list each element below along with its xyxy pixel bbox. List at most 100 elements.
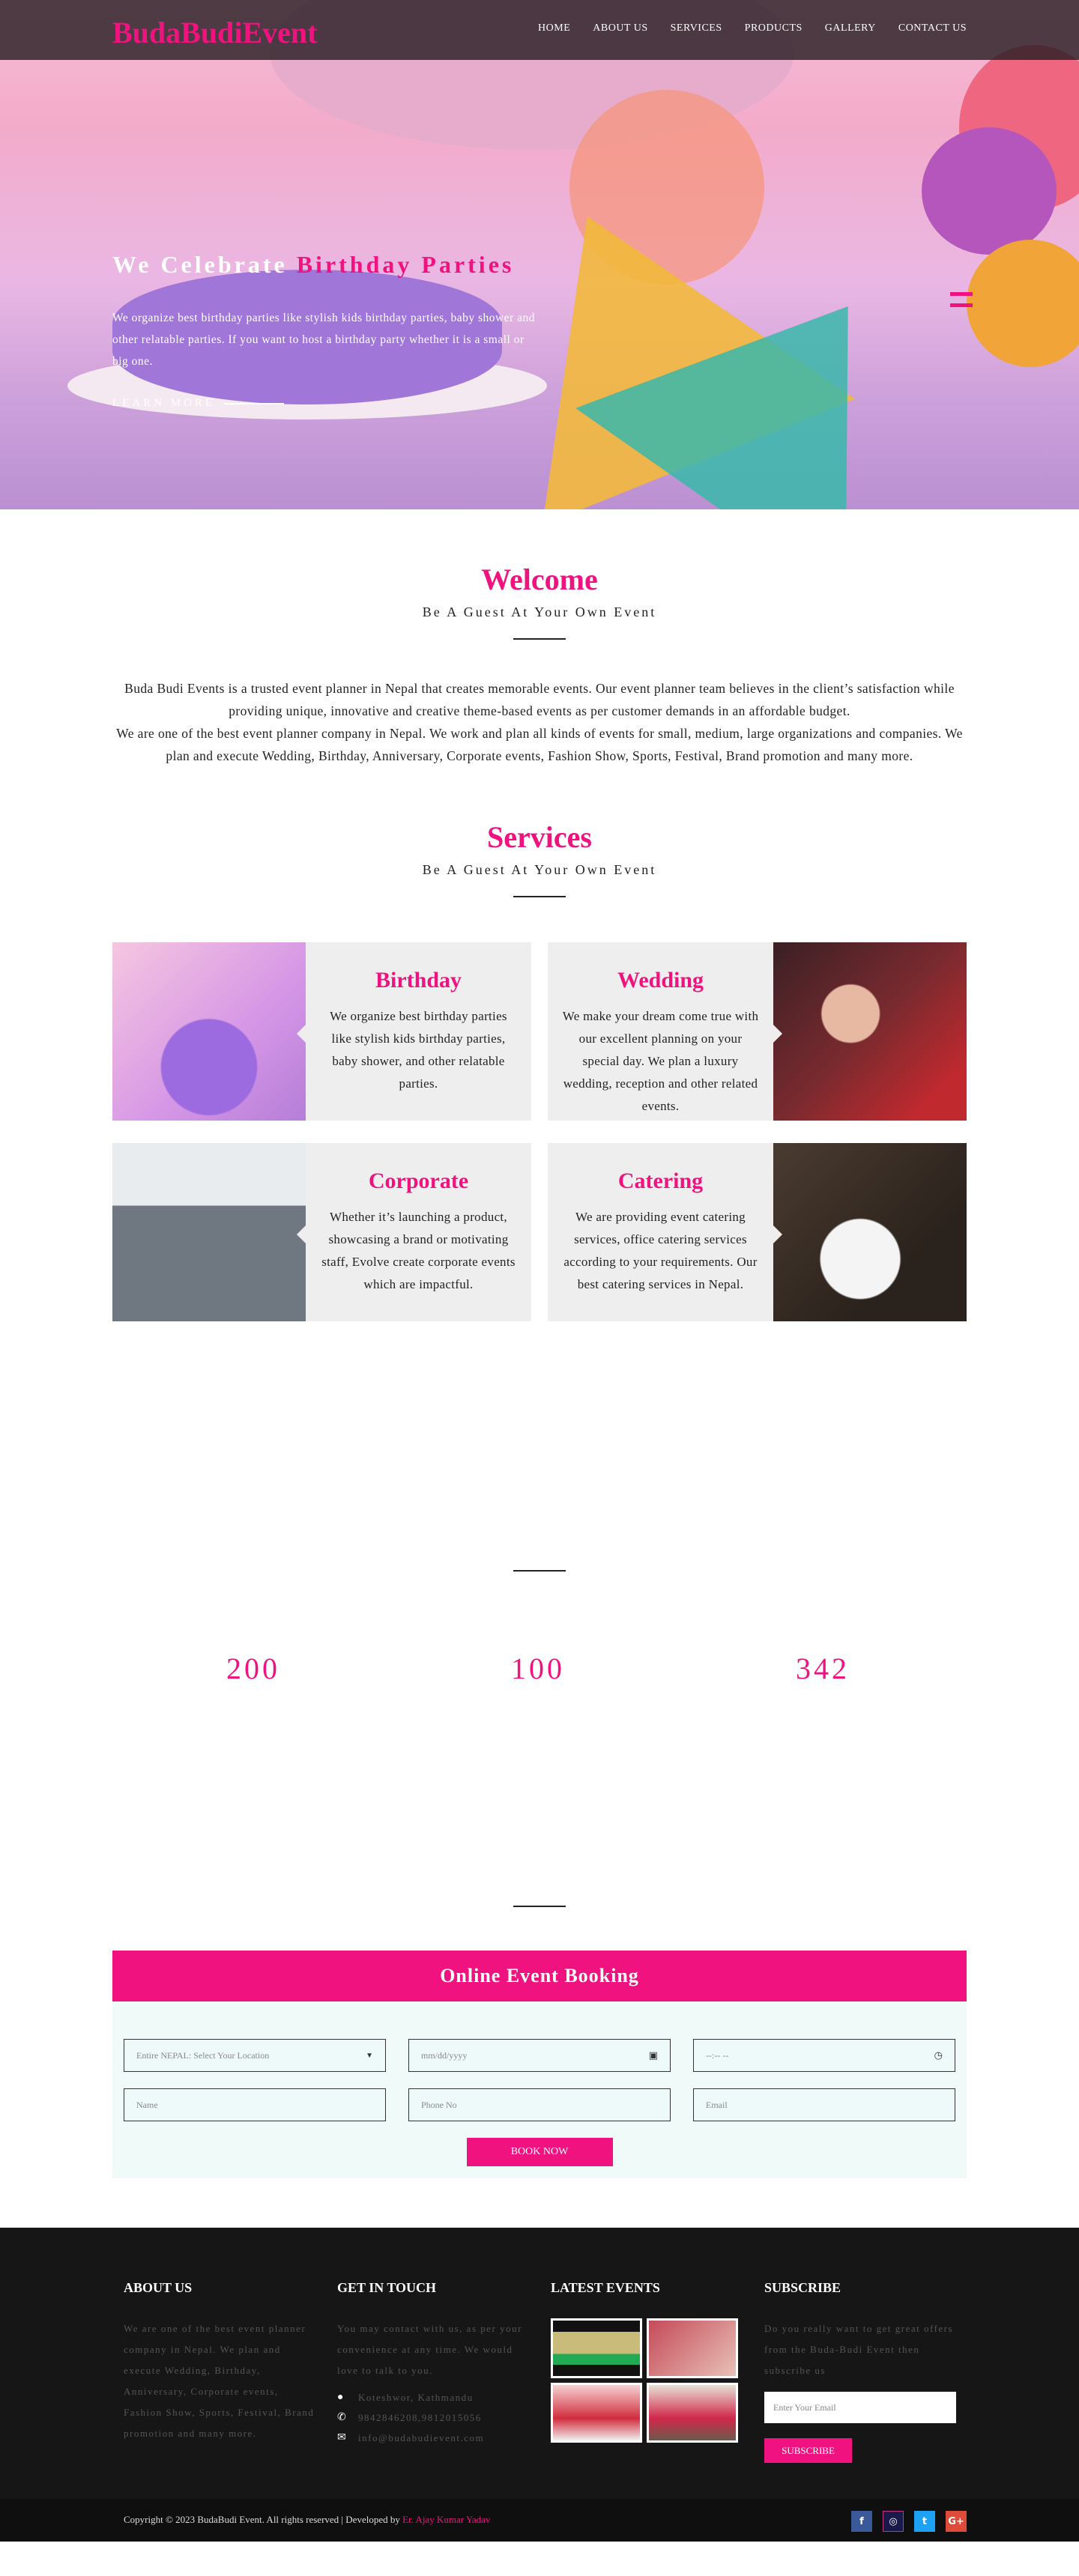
counter-value: 200	[226, 1652, 280, 1685]
developer-link[interactable]: Er. Ajay Kumar Yadav	[402, 2514, 490, 2525]
footer-contact: GET IN TOUCH You may contact with us, as…	[337, 2280, 529, 2452]
phone-input[interactable]: Phone No	[408, 2088, 671, 2121]
hero-banner: BudaBudiEvent HOME ABOUT US SERVICES PRO…	[0, 0, 1079, 509]
phone-input-placeholder: Phone No	[421, 2099, 457, 2110]
clock-icon: ◷	[934, 2049, 943, 2061]
booking-title: Online Event Booking	[112, 1951, 967, 2001]
facebook-icon[interactable]: f	[851, 2511, 872, 2532]
book-now-button[interactable]: BOOK NOW	[466, 2138, 613, 2166]
service-card-birthday[interactable]: Birthday We organize best birthday parti…	[112, 942, 531, 1121]
google-plus-icon[interactable]: G+	[946, 2511, 967, 2532]
footer-subscribe-title: SUBSCRIBE	[764, 2280, 841, 2295]
envelope-icon: ✉	[337, 2432, 348, 2443]
footer-email[interactable]: ✉ info@budabudievent.com	[337, 2431, 529, 2444]
event-thumbnail[interactable]	[647, 2318, 738, 2378]
service-card-catering[interactable]: Catering We are providing event catering…	[548, 1143, 967, 1321]
counter-value: 342	[796, 1652, 850, 1685]
location-select-value: Entire NEPAL: Select Your Location	[136, 2049, 270, 2061]
footer-phone[interactable]: ✆ 9842846208,9812015056	[337, 2411, 529, 2424]
service-card-body: Corporate Whether it’s launching a produ…	[297, 1143, 531, 1321]
services-subtitle: Be A Guest At Your Own Event	[422, 862, 657, 877]
time-input-placeholder: --:-- --	[706, 2049, 729, 2061]
footer: ABOUT US We are one of the best event pl…	[0, 2228, 1079, 2499]
footer-subscribe: SUBSCRIBE Do you really want to get grea…	[764, 2280, 956, 2463]
nav-contact-us[interactable]: CONTACT US	[898, 22, 967, 34]
hero-description: We organize best birthday parties like s…	[112, 312, 535, 368]
welcome-section: Welcome Be A Guest At Your Own Event Bud…	[0, 509, 1079, 767]
welcome-paragraph: Buda Budi Events is a trusted event plan…	[124, 681, 955, 718]
slider-menu-icon[interactable]	[950, 292, 973, 315]
service-card-title: Corporate	[368, 1169, 469, 1193]
learn-more-label: LEARN MORE	[112, 397, 216, 409]
wedding-image	[773, 942, 967, 1121]
welcome-subtitle: Be A Guest At Your Own Event	[422, 604, 657, 619]
corporate-image	[112, 1143, 306, 1321]
event-thumbnail[interactable]	[647, 2383, 738, 2443]
subscribe-button[interactable]: SUBSCRIBE	[764, 2438, 852, 2463]
email-input[interactable]: Email	[693, 2088, 955, 2121]
service-card-title: Birthday	[375, 968, 462, 992]
site-logo[interactable]: BudaBudiEvent	[112, 15, 317, 50]
welcome-text: Buda Budi Events is a trusted event plan…	[116, 677, 963, 767]
divider	[513, 1570, 566, 1572]
service-card-wedding[interactable]: Wedding We make your dream come true wit…	[548, 942, 967, 1121]
instagram-icon[interactable]: ◎	[883, 2511, 904, 2532]
nav-gallery[interactable]: GALLERY	[825, 22, 876, 34]
footer-events-title: LATEST EVENTS	[551, 2280, 660, 2295]
service-card-body: Catering We are providing event catering…	[548, 1143, 782, 1321]
hero-title-pink: Birthday Parties	[296, 251, 515, 278]
subscribe-email-input[interactable]: Enter Your Email	[764, 2392, 956, 2423]
twitter-icon[interactable]: t	[914, 2511, 935, 2532]
map-pin-icon: ●	[337, 2392, 345, 2403]
service-card-text: We are providing event catering services…	[563, 1210, 758, 1291]
location-select[interactable]: Entire NEPAL: Select Your Location ▼	[124, 2039, 386, 2072]
nav-products[interactable]: PRODUCTS	[745, 22, 803, 34]
address-text: Koteshwor, Kathmandu	[358, 2392, 474, 2403]
footer-contact-text: You may contact with us, as per your con…	[337, 2323, 522, 2376]
service-card-corporate[interactable]: Corporate Whether it’s launching a produ…	[112, 1143, 531, 1321]
nav-about-us[interactable]: ABOUT US	[593, 22, 647, 34]
catering-image	[773, 1143, 967, 1321]
footer-about-text: We are one of the best event planner com…	[124, 2323, 315, 2439]
booking-body: Entire NEPAL: Select Your Location ▼ mm/…	[112, 2001, 967, 2178]
footer-about-title: ABOUT US	[124, 2280, 193, 2295]
chevron-down-icon: ▼	[366, 2051, 373, 2060]
service-card-title: Catering	[617, 1169, 704, 1193]
service-cards: Birthday We organize best birthday parti…	[112, 942, 967, 1321]
booking-form: Online Event Booking Entire NEPAL: Selec…	[112, 1951, 967, 2178]
email-text: info@budabudievent.com	[358, 2431, 485, 2443]
footer-bottom-bar: Copyright © 2023 BudaBudi Event. All rig…	[0, 2499, 1079, 2542]
time-input[interactable]: --:-- -- ◷	[693, 2039, 955, 2072]
service-card-body: Wedding We make your dream come true wit…	[548, 942, 782, 1121]
nav-services[interactable]: SERVICES	[671, 22, 722, 34]
nav-home[interactable]: HOME	[538, 22, 570, 34]
latest-events-grid	[551, 2318, 743, 2443]
service-card-text: We organize best birthday parties like s…	[330, 1009, 507, 1091]
copyright-text: Copyright © 2023 BudaBudi Event. All rig…	[124, 2514, 400, 2525]
date-input[interactable]: mm/dd/yyyy ▣	[408, 2039, 671, 2072]
footer-contact-title: GET IN TOUCH	[337, 2280, 437, 2295]
learn-more-link[interactable]: LEARN MORE	[112, 397, 285, 410]
social-links: f ◎ t G+	[851, 2511, 967, 2532]
hero-title: We Celebrate Birthday Parties	[112, 251, 514, 279]
event-thumbnail[interactable]	[551, 2383, 642, 2443]
divider	[513, 896, 566, 897]
calendar-icon: ▣	[648, 2049, 658, 2061]
phone-icon: ✆	[337, 2412, 348, 2423]
divider	[513, 638, 566, 640]
hero-title-white: We Celebrate	[112, 251, 288, 278]
services-title: Services	[487, 820, 592, 854]
learn-more-line	[224, 402, 285, 404]
event-thumbnail[interactable]	[551, 2318, 642, 2378]
footer-address: ● Koteshwor, Kathmandu	[337, 2392, 529, 2404]
birthday-image	[112, 942, 306, 1121]
service-card-text: Whether it’s launching a product, showca…	[321, 1210, 516, 1291]
name-input[interactable]: Name	[124, 2088, 386, 2121]
service-card-body: Birthday We organize best birthday parti…	[297, 942, 531, 1121]
counter-value: 100	[511, 1652, 565, 1685]
subscribe-email-placeholder: Enter Your Email	[773, 2401, 836, 2413]
service-card-text: We make your dream come true with our ex…	[562, 1009, 759, 1113]
welcome-paragraph: We are one of the best event planner com…	[116, 726, 963, 763]
name-input-placeholder: Name	[136, 2099, 158, 2110]
divider	[513, 1906, 566, 1907]
